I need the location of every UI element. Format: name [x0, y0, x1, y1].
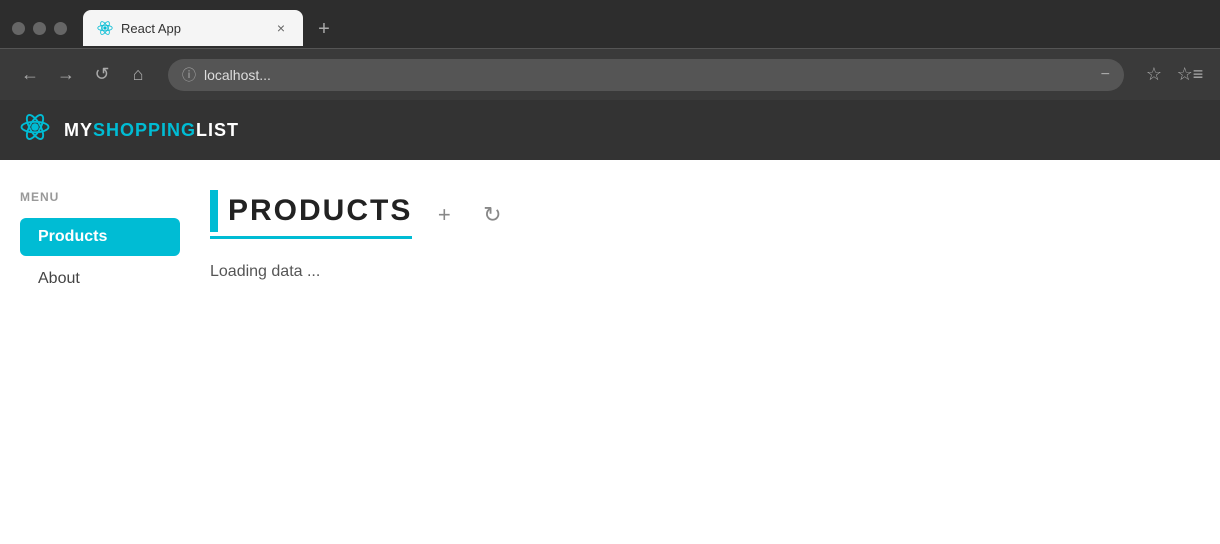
- nav-bar: ← → ↺ ⌂ ⓘ localhost... − ☆ ☆≡: [0, 48, 1220, 100]
- traffic-light-maximize[interactable]: [54, 22, 67, 35]
- add-product-button[interactable]: +: [428, 199, 460, 231]
- forward-button[interactable]: →: [52, 61, 80, 89]
- sidebar-item-about[interactable]: About: [20, 260, 180, 298]
- bookmark-star-icon[interactable]: ☆: [1140, 61, 1168, 89]
- page-title-bar: [210, 190, 218, 232]
- main-area: PRODUCTS + ↻ Loading data ...: [180, 190, 1200, 430]
- page-header: PRODUCTS + ↻: [210, 190, 1200, 239]
- address-text: localhost...: [204, 67, 1093, 83]
- info-icon: ⓘ: [182, 65, 196, 85]
- sidebar: MENU Products About: [20, 190, 180, 430]
- app-navbar: MYSHOPPINGLIST: [0, 100, 1220, 160]
- traffic-light-close[interactable]: [12, 22, 25, 35]
- bookmarks-icon[interactable]: ☆≡: [1176, 61, 1204, 89]
- traffic-light-minimize[interactable]: [33, 22, 46, 35]
- address-bar[interactable]: ⓘ localhost... −: [168, 59, 1124, 91]
- tab-favicon-icon: [97, 20, 113, 36]
- brand-prefix: MY: [64, 120, 93, 140]
- refresh-button[interactable]: ↻: [476, 199, 508, 231]
- page-title: PRODUCTS: [228, 194, 412, 228]
- back-button[interactable]: ←: [16, 61, 44, 89]
- zoom-icon: −: [1101, 66, 1110, 84]
- brand-highlight: SHOPPING: [93, 120, 196, 140]
- sidebar-menu-label: MENU: [20, 190, 180, 204]
- loading-text: Loading data ...: [210, 263, 1200, 281]
- browser-chrome: React App × + ← → ↺ ⌂ ⓘ localhost... − ☆…: [0, 0, 1220, 460]
- app-brand: MYSHOPPINGLIST: [64, 120, 239, 141]
- traffic-lights: [12, 22, 67, 35]
- page-title-wrapper: PRODUCTS: [210, 190, 412, 239]
- active-tab[interactable]: React App ×: [83, 10, 303, 46]
- tab-close-button[interactable]: ×: [273, 20, 289, 36]
- home-button[interactable]: ⌂: [124, 61, 152, 89]
- brand-suffix: LIST: [196, 120, 239, 140]
- tab-title: React App: [121, 21, 265, 36]
- tab-area: React App × +: [83, 10, 339, 46]
- app-logo-icon: [20, 112, 50, 149]
- app-content: MENU Products About PRODUCTS + ↻ Loading…: [0, 160, 1220, 460]
- tab-bar: React App × +: [0, 0, 1220, 48]
- sidebar-item-products[interactable]: Products: [20, 218, 180, 256]
- new-tab-button[interactable]: +: [309, 14, 339, 44]
- reload-button[interactable]: ↺: [88, 61, 116, 89]
- nav-right-icons: ☆ ☆≡: [1140, 61, 1204, 89]
